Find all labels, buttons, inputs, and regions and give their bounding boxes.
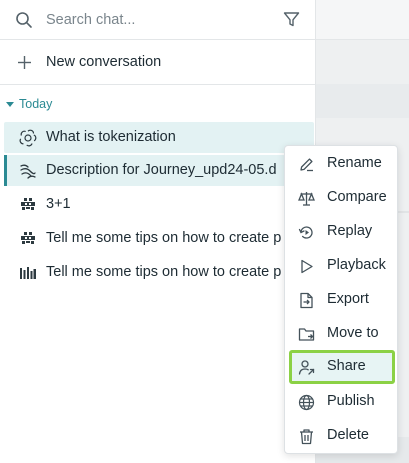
section-today[interactable]: Today: [6, 97, 52, 111]
menu-item-delete[interactable]: Delete: [289, 419, 395, 453]
plus-icon: [17, 55, 32, 70]
menu-item-label: Delete: [327, 427, 369, 443]
search-icon: [15, 11, 33, 29]
menu-item-replay[interactable]: Replay: [289, 215, 395, 249]
bar-logo-icon: [19, 264, 37, 282]
conversation-item[interactable]: Description for Journey_upd24-05.d: [4, 155, 314, 186]
new-conversation-button[interactable]: New conversation: [0, 41, 316, 85]
export-icon: [298, 292, 315, 309]
conversation-item[interactable]: What is tokenization: [4, 122, 314, 153]
robot-icon: [19, 230, 37, 248]
conversation-title: 3+1: [46, 196, 71, 212]
menu-item-compare[interactable]: Compare: [289, 181, 395, 215]
chat-area-band: [316, 84, 409, 118]
menu-item-label: Playback: [327, 257, 386, 273]
sidebar-content: New conversation Today What is tokenizat…: [0, 0, 316, 463]
replay-icon: [298, 224, 315, 241]
menu-item-label: Compare: [327, 189, 387, 205]
search-input[interactable]: [46, 9, 266, 31]
filter-icon[interactable]: [283, 11, 300, 28]
menu-item-move-to[interactable]: Move to: [289, 317, 395, 351]
menu-item-label: Move to: [327, 325, 379, 341]
scale-icon: [298, 190, 315, 207]
menu-item-share[interactable]: Share: [289, 350, 395, 384]
section-label: Today: [19, 97, 53, 111]
conversation-item[interactable]: Tell me some tips on how to create p: [4, 257, 314, 288]
conversation-item[interactable]: Tell me some tips on how to create p: [4, 223, 314, 254]
robot-icon: [19, 196, 37, 214]
new-conversation-label: New conversation: [46, 54, 162, 70]
conversation-title: Tell me some tips on how to create p: [46, 264, 282, 280]
play-icon: [298, 258, 315, 275]
conversation-context-menu: Rename Compare Replay Playback Export Mo…: [284, 145, 398, 454]
pencil-icon: [298, 156, 315, 173]
conversation-title: What is tokenization: [46, 129, 176, 145]
search-bar: [0, 0, 316, 40]
folder-icon: [298, 326, 315, 343]
conversation-title: Description for Journey_upd24-05.d: [46, 162, 277, 178]
menu-item-label: Rename: [327, 155, 382, 171]
openai-icon: [19, 129, 37, 147]
conversation-item[interactable]: 3+1: [4, 189, 314, 220]
menu-item-export[interactable]: Export: [289, 283, 395, 317]
globe-icon: [298, 394, 315, 411]
menu-item-label: Share: [327, 358, 366, 374]
share-user-icon: [298, 359, 315, 376]
menu-item-label: Replay: [327, 223, 373, 239]
chat-header-strip: [316, 0, 409, 40]
caret-down-icon: [6, 101, 14, 107]
menu-item-label: Export: [327, 291, 369, 307]
waveform-icon: [19, 162, 37, 180]
conversations-sidebar: New conversation Today What is tokenizat…: [0, 0, 316, 463]
menu-item-playback[interactable]: Playback: [289, 249, 395, 283]
menu-item-label: Publish: [327, 393, 375, 409]
conversation-title: Tell me some tips on how to create p: [46, 230, 282, 246]
trash-icon: [298, 428, 315, 445]
menu-item-rename[interactable]: Rename: [289, 147, 395, 181]
menu-item-publish[interactable]: Publish: [289, 385, 395, 419]
